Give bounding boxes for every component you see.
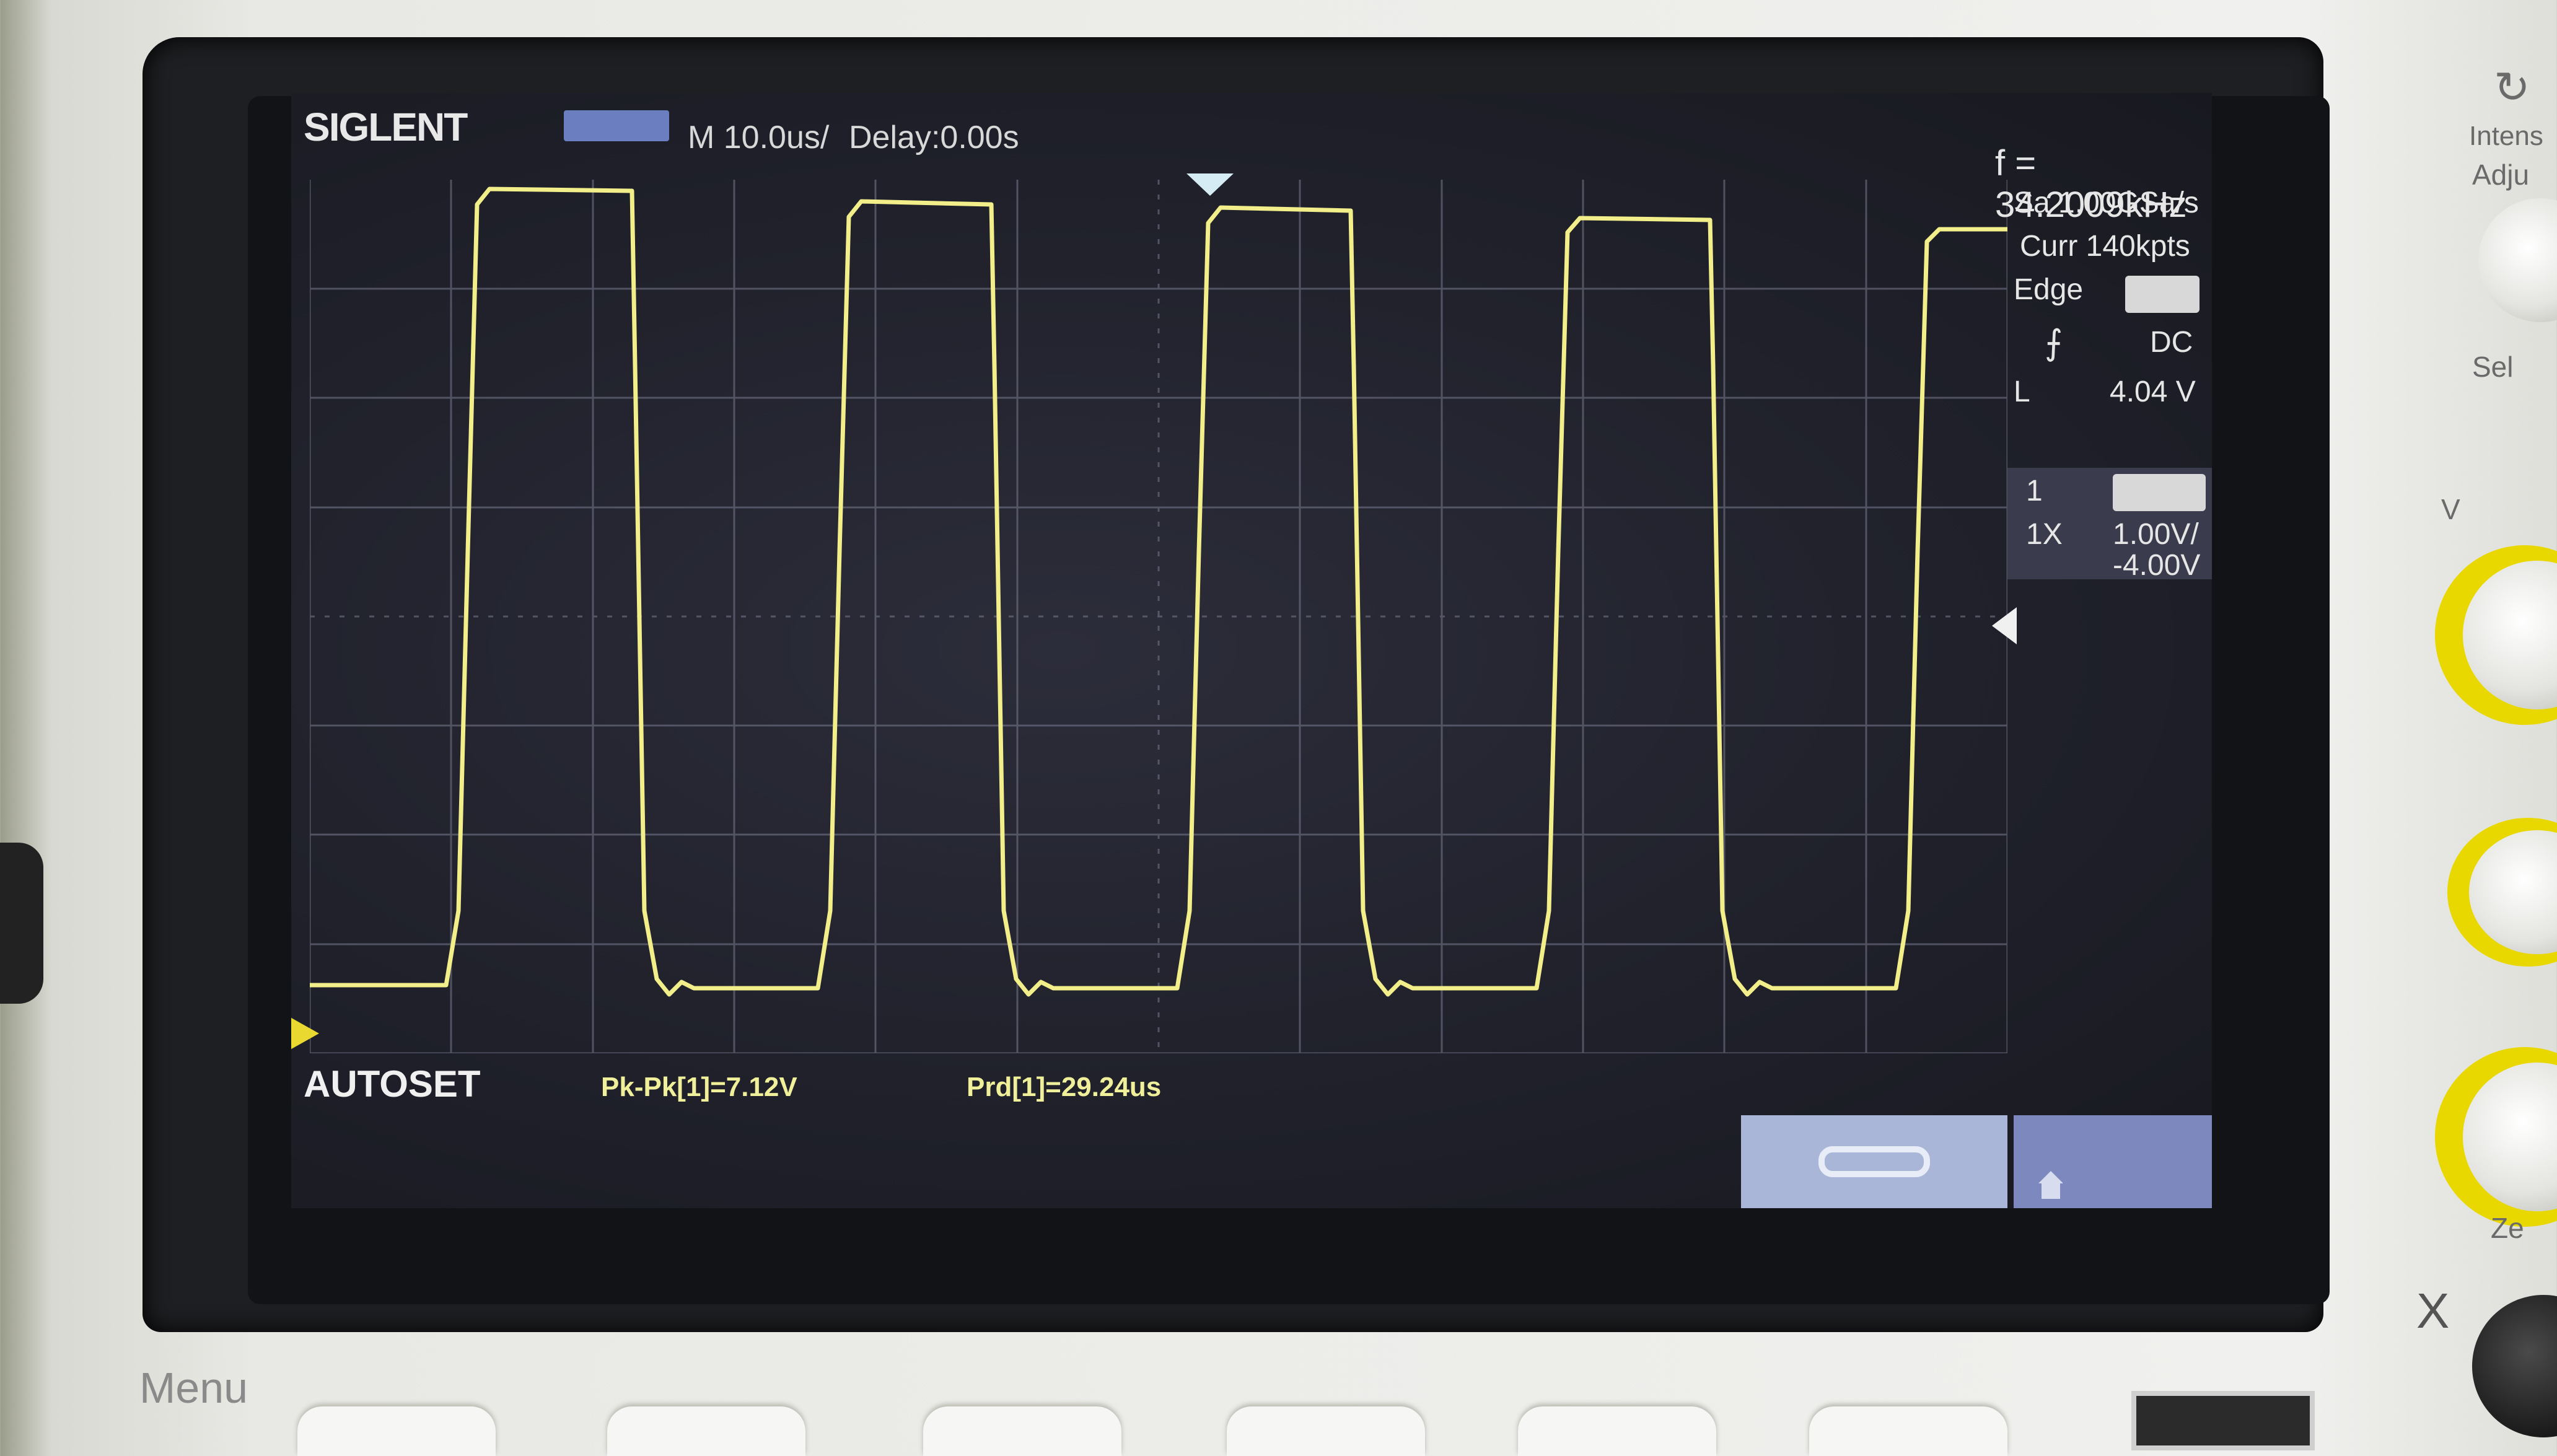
adjust-label: Adju — [2472, 159, 2530, 191]
memory-depth-readout: Curr 140kpts — [2020, 230, 2190, 263]
status-bar: SIGLENT M 10.0us/ Delay:0.00s — [291, 93, 2212, 156]
brand-logo: SIGLENT — [304, 105, 468, 149]
channel1-info-block[interactable]: 1 1X 1.00V/ -4.00V — [2007, 468, 2212, 582]
trigger-info-panel: f = 34.2009kHz Sa 1.00GSa/s Curr 140kpts… — [1995, 143, 2212, 1022]
probe-cable — [0, 843, 43, 1004]
grid-lines — [310, 180, 2007, 1053]
softkey-3-button[interactable] — [923, 1406, 1121, 1456]
adjust-knob[interactable] — [2478, 198, 2557, 322]
softkey-6-button[interactable] — [1809, 1406, 2007, 1456]
home-softkey-button[interactable] — [2014, 1115, 2212, 1208]
refresh-icon: ↻ — [2494, 63, 2530, 112]
channel1-ground-marker-icon — [291, 1016, 319, 1051]
trigger-level-prefix: L — [2014, 375, 2030, 408]
softkey-4-button[interactable] — [1227, 1406, 1425, 1456]
trigger-coupling: DC — [2150, 326, 2193, 359]
probe-ratio: 1X — [2026, 518, 2063, 551]
period-measurement: Prd[1]=29.24us — [967, 1072, 1162, 1102]
rising-edge-icon: ⨍ — [2045, 323, 2063, 362]
softkey-1-button[interactable] — [297, 1406, 496, 1456]
autoset-label: AUTOSET — [304, 1063, 481, 1105]
home-icon — [2038, 1171, 2063, 1199]
softkey-5-button[interactable] — [1518, 1406, 1716, 1456]
channel1-waveform — [310, 186, 2007, 997]
menu-label: Menu — [139, 1364, 248, 1412]
horizontal-label: X — [2416, 1283, 2450, 1338]
oscilloscope-screen: SIGLENT M 10.0us/ Delay:0.00s f = 34.200… — [291, 93, 2212, 1208]
zero-label: Ze — [2491, 1212, 2524, 1244]
sample-rate-readout: Sa 1.00GSa/s — [2014, 186, 2199, 219]
vertical-scale: 1.00V/ — [2113, 518, 2199, 551]
delay-readout: Delay:0.00s — [849, 120, 1019, 156]
pk-pk-measurement: Pk-Pk[1]=7.12V — [601, 1072, 797, 1102]
channel-number: 1 — [2026, 475, 2043, 507]
run-status-indicator — [564, 110, 669, 141]
waveform-grid — [310, 180, 2007, 1053]
trigger-level-readout: 4.04 V — [2110, 375, 2196, 408]
trigger-type-label: Edge — [2014, 273, 2084, 306]
horizontal-knob[interactable] — [2472, 1295, 2557, 1437]
select-label: Sel — [2472, 351, 2514, 383]
measurement-bar: AUTOSET Pk-Pk[1]=7.12V Prd[1]=29.24us — [291, 1059, 2212, 1208]
vertical-offset: -4.00V — [2113, 549, 2201, 582]
intensity-label: Intens — [2469, 121, 2543, 151]
channel-color-badge — [2113, 474, 2206, 511]
softkey-2-button[interactable] — [607, 1406, 805, 1456]
return-softkey-button[interactable] — [1741, 1115, 2007, 1208]
trigger-source-badge — [2125, 276, 2200, 313]
usb-port — [2131, 1391, 2315, 1450]
timebase-readout: M 10.0us/ — [688, 120, 830, 156]
volt-label: V — [2441, 493, 2460, 525]
return-icon — [1818, 1146, 1930, 1177]
